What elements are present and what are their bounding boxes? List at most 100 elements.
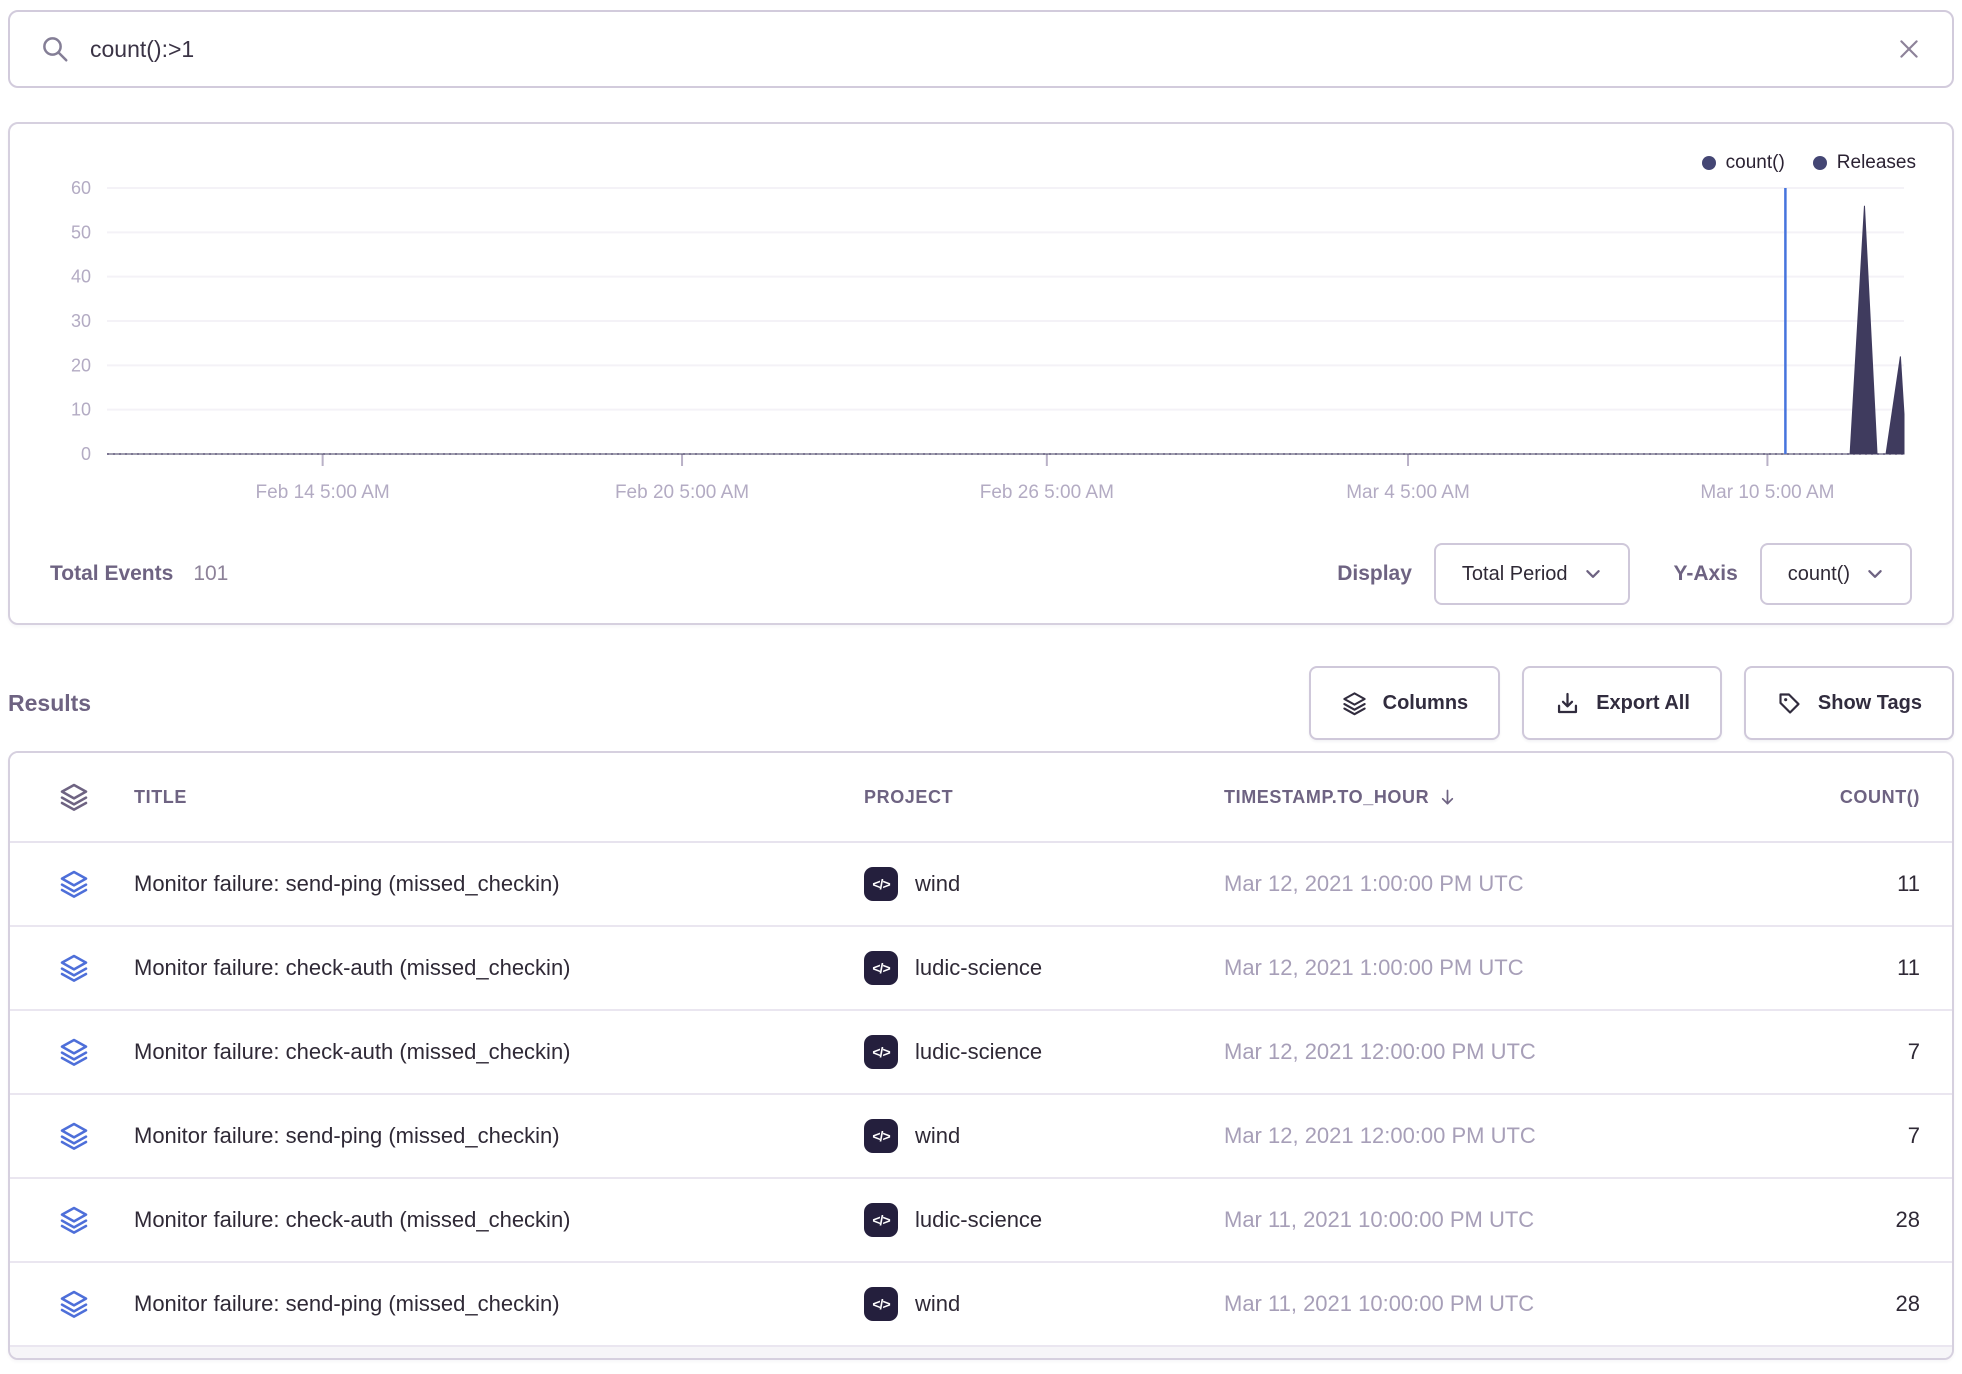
search-input[interactable]: count():>1	[90, 36, 1896, 63]
tag-icon	[1776, 690, 1803, 717]
project-badge-glyph: </>	[872, 1128, 889, 1144]
row-project: </> ludic-science	[864, 951, 1224, 985]
legend-item-releases[interactable]: Releases	[1813, 152, 1916, 174]
row-count: 11	[1724, 871, 1952, 897]
svg-text:Feb 26 5:00 AM: Feb 26 5:00 AM	[980, 482, 1114, 503]
table-footer	[10, 1347, 1952, 1358]
row-project: </> wind	[864, 1119, 1224, 1153]
row-count: 28	[1724, 1207, 1952, 1233]
show-tags-button-label: Show Tags	[1818, 692, 1922, 715]
total-events-value: 101	[193, 562, 228, 586]
row-timestamp: Mar 12, 2021 1:00:00 PM UTC	[1224, 955, 1724, 981]
row-count: 7	[1724, 1039, 1952, 1065]
close-icon[interactable]	[1896, 36, 1922, 62]
svg-text:0: 0	[81, 444, 91, 464]
table-row: Monitor failure: send-ping (missed_check…	[10, 1095, 1952, 1179]
table-row: Monitor failure: send-ping (missed_check…	[10, 843, 1952, 927]
yaxis-dropdown[interactable]: count()	[1760, 543, 1912, 605]
sort-desc-icon	[1437, 787, 1458, 808]
legend-dot	[1813, 156, 1827, 170]
column-header-count[interactable]: COUNT()	[1724, 787, 1952, 808]
columns-button-label: Columns	[1383, 692, 1469, 715]
stack-icon	[58, 1036, 90, 1068]
svg-text:10: 10	[71, 400, 91, 420]
svg-text:Mar 10 5:00 AM: Mar 10 5:00 AM	[1700, 482, 1834, 503]
project-badge-glyph: </>	[872, 1212, 889, 1228]
export-all-button-label: Export All	[1596, 692, 1690, 715]
row-title[interactable]: Monitor failure: send-ping (missed_check…	[134, 1123, 864, 1149]
stack-icon	[58, 1288, 90, 1320]
row-project: </> wind	[864, 1287, 1224, 1321]
row-project: </> wind	[864, 867, 1224, 901]
table-row: Monitor failure: check-auth (missed_chec…	[10, 1011, 1952, 1095]
code-platform-icon: </>	[864, 1203, 898, 1237]
display-dropdown[interactable]: Total Period	[1434, 543, 1630, 605]
stack-icon	[58, 868, 90, 900]
stack-icon	[58, 1120, 90, 1152]
layers-icon	[1341, 690, 1368, 717]
total-events-label: Total Events	[50, 562, 173, 586]
show-tags-button[interactable]: Show Tags	[1744, 666, 1954, 740]
yaxis-dropdown-value: count()	[1788, 563, 1850, 586]
project-name: wind	[915, 1291, 960, 1317]
column-header-project-label: PROJECT	[864, 787, 953, 808]
code-platform-icon: </>	[864, 1035, 898, 1069]
project-name: wind	[915, 1123, 960, 1149]
svg-text:Feb 20 5:00 AM: Feb 20 5:00 AM	[615, 482, 749, 503]
chevron-down-icon	[1584, 565, 1602, 583]
legend-label: count()	[1726, 152, 1785, 174]
export-all-button[interactable]: Export All	[1522, 666, 1722, 740]
yaxis-label: Y-Axis	[1674, 562, 1738, 586]
legend-dot	[1702, 156, 1716, 170]
table-row: Monitor failure: send-ping (missed_check…	[10, 1263, 1952, 1347]
search-bar[interactable]: count():>1	[8, 10, 1954, 88]
code-platform-icon: </>	[864, 1119, 898, 1153]
search-icon	[40, 34, 70, 64]
results-table: TITLE PROJECT TIMESTAMP.TO_HOUR COUNT() …	[8, 751, 1954, 1360]
table-row: Monitor failure: check-auth (missed_chec…	[10, 1179, 1952, 1263]
row-title[interactable]: Monitor failure: send-ping (missed_check…	[134, 1291, 864, 1317]
legend-label: Releases	[1837, 152, 1916, 174]
discover-page: count():>1 0 10 20 30 40 50 60 Feb 14 5:00 AM Fe…	[0, 0, 1962, 1374]
svg-text:30: 30	[71, 311, 91, 331]
row-count: 11	[1724, 955, 1952, 981]
row-title[interactable]: Monitor failure: send-ping (missed_check…	[134, 871, 864, 897]
code-platform-icon: </>	[864, 867, 898, 901]
code-platform-icon: </>	[864, 951, 898, 985]
project-name: ludic-science	[915, 1207, 1042, 1233]
svg-text:40: 40	[71, 267, 91, 287]
column-header-timestamp[interactable]: TIMESTAMP.TO_HOUR	[1224, 787, 1724, 808]
download-icon	[1554, 690, 1581, 717]
row-project: </> ludic-science	[864, 1035, 1224, 1069]
project-badge-glyph: </>	[872, 1044, 889, 1060]
stack-icon	[58, 1204, 90, 1236]
column-header-timestamp-label: TIMESTAMP.TO_HOUR	[1224, 787, 1429, 808]
svg-text:60: 60	[71, 178, 91, 198]
project-name: ludic-science	[915, 1039, 1042, 1065]
svg-text:Mar 4 5:00 AM: Mar 4 5:00 AM	[1346, 482, 1470, 503]
row-title[interactable]: Monitor failure: check-auth (missed_chec…	[134, 1039, 864, 1065]
svg-text:Feb 14 5:00 AM: Feb 14 5:00 AM	[256, 482, 390, 503]
display-dropdown-value: Total Period	[1462, 563, 1568, 586]
row-title[interactable]: Monitor failure: check-auth (missed_chec…	[134, 955, 864, 981]
row-count: 7	[1724, 1123, 1952, 1149]
svg-text:50: 50	[71, 222, 91, 242]
results-heading: Results	[8, 690, 91, 717]
table-row: Monitor failure: check-auth (missed_chec…	[10, 927, 1952, 1011]
chart-legend: count() Releases	[1702, 152, 1916, 174]
display-label: Display	[1337, 562, 1412, 586]
project-badge-glyph: </>	[872, 1296, 889, 1312]
column-header-project[interactable]: PROJECT	[864, 787, 1224, 808]
code-platform-icon: </>	[864, 1287, 898, 1321]
columns-button[interactable]: Columns	[1309, 666, 1501, 740]
chevron-down-icon	[1866, 565, 1884, 583]
svg-text:20: 20	[71, 355, 91, 375]
row-timestamp: Mar 12, 2021 12:00:00 PM UTC	[1224, 1039, 1724, 1065]
row-count: 28	[1724, 1291, 1952, 1317]
column-header-title[interactable]: TITLE	[134, 787, 864, 808]
project-name: wind	[915, 871, 960, 897]
chart-summary-row: Total Events 101 Display Total Period Y-…	[50, 541, 1912, 607]
project-badge-glyph: </>	[872, 960, 889, 976]
row-title[interactable]: Monitor failure: check-auth (missed_chec…	[134, 1207, 864, 1233]
legend-item-count[interactable]: count()	[1702, 152, 1785, 174]
